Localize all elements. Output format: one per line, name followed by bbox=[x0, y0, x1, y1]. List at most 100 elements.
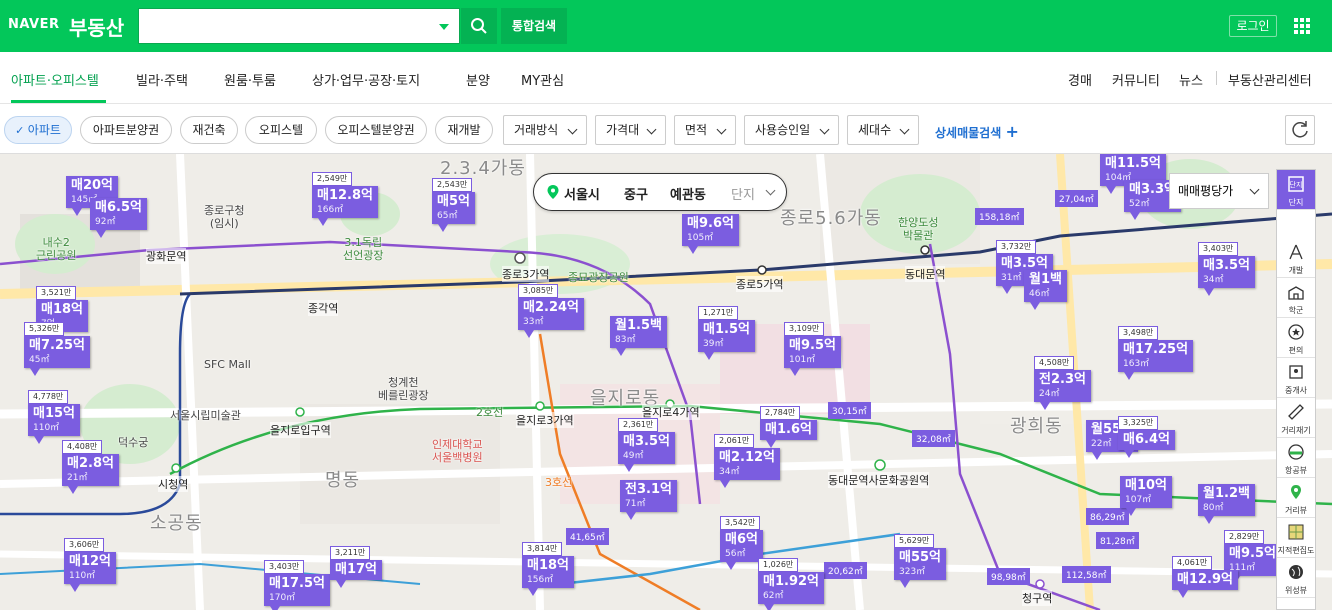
tool-agent[interactable]: 중개사 bbox=[1277, 358, 1315, 398]
price-per-pyeong: 5,326만 bbox=[24, 322, 65, 336]
price-box: 매12억 110㎡ bbox=[64, 552, 117, 584]
tool-complex-label: 단지 bbox=[1288, 198, 1304, 207]
small-tag[interactable]: 27,04㎡ bbox=[1055, 190, 1098, 207]
nav-presale[interactable]: 분양 bbox=[466, 70, 490, 89]
tool-school[interactable]: 학군 bbox=[1277, 278, 1315, 318]
nav-villa-house[interactable]: 빌라·주택 bbox=[136, 70, 188, 89]
login-button[interactable]: 로그인 bbox=[1229, 15, 1277, 37]
service-logo[interactable]: 부동산 bbox=[69, 12, 124, 41]
refresh-button[interactable] bbox=[1285, 115, 1315, 145]
nav-news[interactable]: 뉴스 bbox=[1179, 70, 1203, 89]
nav-community[interactable]: 커뮤니티 bbox=[1112, 70, 1160, 89]
price-per-pyeong: 3,403만 bbox=[264, 560, 305, 574]
station-jongno3[interactable]: 종로3가역 bbox=[502, 266, 550, 282]
apps-grid-icon[interactable] bbox=[1294, 18, 1310, 34]
tool-complex[interactable]: 단지 단지 bbox=[1277, 170, 1315, 210]
chip-redevelopment[interactable]: 재개발 bbox=[435, 116, 493, 144]
price-label: 매1.5억 bbox=[703, 322, 750, 337]
dropdown-approval-date[interactable]: 사용승인일 bbox=[744, 115, 839, 145]
price-box: 매3.5억 34㎡ bbox=[1198, 256, 1255, 288]
region-selector[interactable]: 서울시 중구 예관동 단지 bbox=[533, 173, 787, 211]
small-tag[interactable]: 112,58㎡ bbox=[1062, 566, 1111, 583]
station-euljiro3[interactable]: 을지로3가역 bbox=[516, 412, 574, 428]
price-box: 매10억 107㎡ bbox=[1120, 476, 1173, 508]
label-line3: 3호선 bbox=[545, 476, 573, 489]
station-euljiro1[interactable]: 을지로입구역 bbox=[270, 422, 331, 438]
small-tag[interactable]: 81,28㎡ bbox=[1096, 532, 1139, 549]
small-tag[interactable]: 20,62㎡ bbox=[824, 562, 867, 579]
chip-officetel[interactable]: 오피스텔 bbox=[245, 116, 317, 144]
marker-pointer bbox=[726, 562, 736, 570]
chip-apartment[interactable]: ✓ 아파트 bbox=[4, 116, 72, 144]
price-per-pyeong: 3,498만 bbox=[1118, 326, 1159, 340]
small-tag[interactable]: 98,98㎡ bbox=[987, 568, 1030, 585]
price-per-pyeong: 2,361만 bbox=[618, 418, 659, 432]
chip-officetel-presale[interactable]: 오피스텔분양권 bbox=[325, 116, 427, 144]
area-label-jongno234: 2.3.4가동 bbox=[440, 158, 526, 179]
small-tag[interactable]: 30,15㎡ bbox=[828, 402, 871, 419]
nav-auction[interactable]: 경매 bbox=[1068, 70, 1092, 89]
price-label: 매11.5억 bbox=[1105, 156, 1161, 171]
sort-select[interactable]: 매매평당가 bbox=[1169, 173, 1269, 209]
station-cheonggu[interactable]: 청구역 bbox=[1022, 590, 1053, 606]
area-label: 83㎡ bbox=[615, 335, 636, 345]
nav-commercial-land[interactable]: 상가·업무·공장·토지 bbox=[312, 70, 420, 89]
station-jonggak[interactable]: 종각역 bbox=[308, 300, 339, 316]
dropdown-area[interactable]: 면적 bbox=[674, 115, 736, 145]
station-jongno5[interactable]: 종로5가역 bbox=[736, 276, 784, 292]
small-tag[interactable]: 32,08㎡ bbox=[912, 430, 955, 447]
search-dropdown-icon[interactable] bbox=[439, 24, 449, 30]
chip-reconstruction[interactable]: 재건축 bbox=[180, 116, 238, 144]
nav-my-interest[interactable]: MY관심 bbox=[521, 70, 564, 89]
price-per-pyeong: 3,814만 bbox=[522, 542, 563, 556]
detail-search-link[interactable]: 상세매물검색 + bbox=[935, 122, 1019, 141]
price-box: 월1.2백 80㎡ bbox=[1198, 484, 1255, 516]
tool-satellite[interactable]: 위성뷰 bbox=[1277, 558, 1315, 598]
price-box: 매17억 bbox=[330, 560, 383, 580]
dropdown-trade-type[interactable]: 거래방식 bbox=[503, 115, 587, 145]
chip-apartment-presale[interactable]: 아파트분양권 bbox=[80, 116, 172, 144]
tool-development[interactable]: 개발 bbox=[1277, 238, 1315, 278]
tool-agent-label: 중개사 bbox=[1284, 386, 1308, 395]
nav-oneroom-tworoom[interactable]: 원룸·투룸 bbox=[224, 70, 276, 89]
region-district[interactable]: 중구 bbox=[624, 184, 648, 203]
chevron-down-icon bbox=[765, 185, 776, 196]
chevron-down-icon bbox=[899, 124, 910, 135]
tool-satellite-label: 위성뷰 bbox=[1284, 586, 1308, 595]
ruler-icon bbox=[1288, 404, 1304, 420]
nav-separator bbox=[1216, 71, 1217, 85]
region-dong[interactable]: 예관동 bbox=[670, 184, 706, 203]
price-label: 매2.24억 bbox=[523, 300, 579, 315]
dropdown-households[interactable]: 세대수 bbox=[847, 115, 919, 145]
tool-measure[interactable]: 거리재기 bbox=[1277, 398, 1315, 438]
map-canvas[interactable]: 2.3.4가동 종로5.6가동 을지로동 명동 소공동 광희동 종로구청 (임시… bbox=[0, 154, 1332, 610]
search-input[interactable] bbox=[139, 9, 429, 43]
price-box: 매9.6억 105㎡ bbox=[682, 214, 739, 246]
search-button[interactable] bbox=[461, 8, 497, 44]
tool-aerial[interactable]: 항공뷰 bbox=[1277, 438, 1315, 478]
naver-logo[interactable]: NAVER bbox=[8, 17, 60, 32]
small-tag[interactable]: 41,65㎡ bbox=[566, 528, 609, 545]
region-city[interactable]: 서울시 bbox=[564, 184, 600, 203]
label-hanyang-museum: 한양도성 박물관 bbox=[898, 216, 939, 242]
price-box: 매18억 156㎡ bbox=[522, 556, 575, 588]
price-label: 매12.9억 bbox=[1177, 572, 1233, 587]
tool-amenity[interactable]: 편의 bbox=[1277, 318, 1315, 358]
unified-search-button[interactable]: 통합검색 bbox=[501, 8, 567, 44]
marker-pointer bbox=[1126, 508, 1136, 516]
dropdown-price[interactable]: 가격대 bbox=[595, 115, 666, 145]
station-gwanghwamun[interactable]: 광화문역 bbox=[146, 248, 187, 264]
small-tag[interactable]: 158,18㎡ bbox=[975, 208, 1024, 225]
nav-agent-center[interactable]: 부동산관리센터 bbox=[1228, 70, 1312, 89]
station-dongdaemun[interactable]: 동대문역 bbox=[905, 266, 946, 282]
nav-active-underline bbox=[11, 100, 106, 103]
nav-apartment-officetel[interactable]: 아파트·오피스텔 bbox=[11, 70, 99, 89]
station-sicheong[interactable]: 시청역 bbox=[158, 476, 189, 492]
region-complex[interactable]: 단지 bbox=[731, 184, 755, 203]
station-ddp[interactable]: 동대문역사문화공원역 bbox=[828, 472, 930, 488]
tool-cadastral[interactable]: 지적편집도 bbox=[1277, 518, 1315, 558]
map-toolbar: 단지 단지 개발 학군 편의 중개사 거리재기 항공뷰 거리뷰 지적편집도 위성… bbox=[1276, 169, 1316, 610]
label-jongmyo-park: 종묘광장공원 bbox=[568, 271, 629, 284]
small-tag[interactable]: 86,29㎡ bbox=[1086, 508, 1129, 525]
tool-streetview[interactable]: 거리뷰 bbox=[1277, 478, 1315, 518]
